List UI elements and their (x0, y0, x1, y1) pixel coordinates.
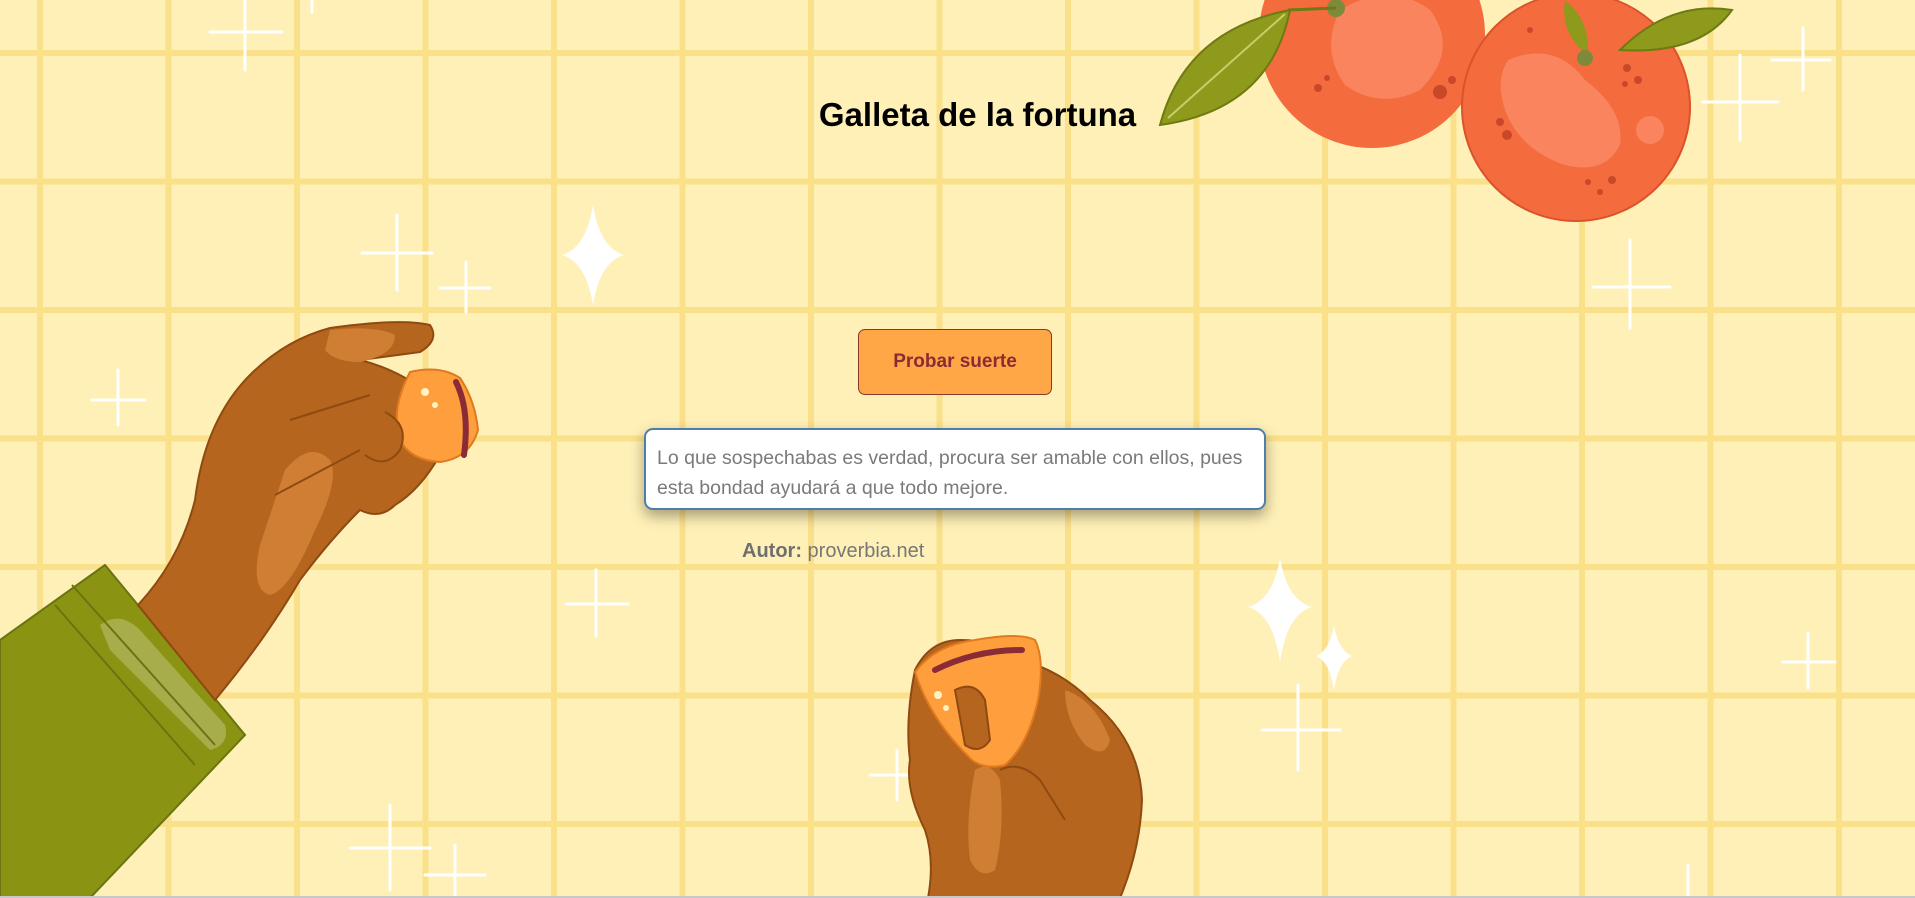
author-label: Autor: (742, 540, 802, 562)
hand-with-cookie-illustration (0, 321, 480, 898)
hand-with-cookie-illustration (907, 635, 1144, 898)
page-title: Galleta de la fortuna (818, 96, 1137, 133)
author-value: proverbia.net (807, 540, 925, 562)
fortune-message-box: Lo que sospechabas es verdad, procura se… (644, 428, 1266, 510)
fortune-message-text: Lo que sospechabas es verdad, procura se… (657, 447, 1243, 499)
try-luck-button[interactable]: Probar suerte (858, 329, 1052, 395)
author-line: Autor: proverbia.net (742, 540, 924, 563)
fortune-page: Galleta de la fortuna Probar suerte Lo q… (0, 0, 1915, 898)
